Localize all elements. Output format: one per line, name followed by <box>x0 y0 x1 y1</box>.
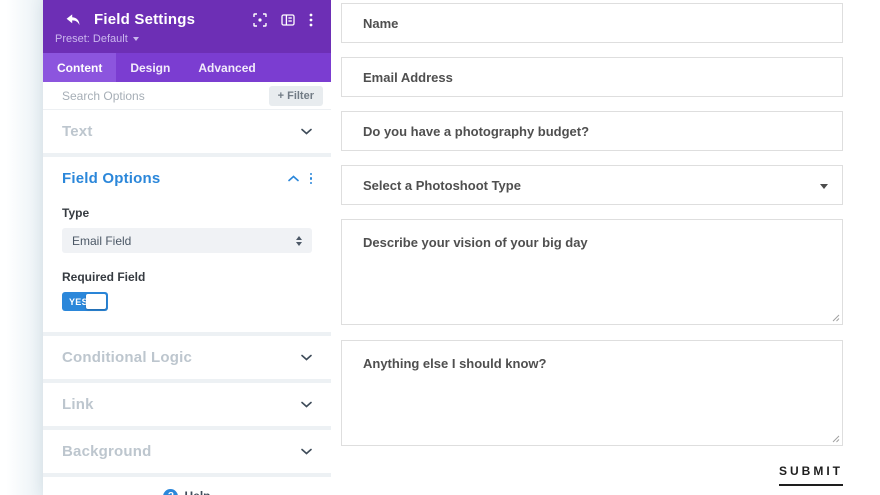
help-label: Help <box>184 489 210 495</box>
resize-grip-icon[interactable] <box>831 313 840 322</box>
group-field-options: Field Options Type Email Field Required … <box>43 157 331 332</box>
name-field-placeholder: Name <box>363 15 399 31</box>
preset-selector[interactable]: Preset: Default <box>55 33 319 45</box>
toggle-knob <box>86 294 106 309</box>
contact-form-preview: Name Email Address Do you have a photogr… <box>331 0 880 495</box>
option-groups: Text Field Options Type Email Field Requ… <box>43 110 331 495</box>
group-link-header[interactable]: Link <box>43 383 331 426</box>
budget-field[interactable]: Do you have a photography budget? <box>341 111 843 151</box>
help-icon: ? <box>163 488 179 495</box>
group-conditional-logic-header[interactable]: Conditional Logic <box>43 336 331 379</box>
field-type-value: Email Field <box>72 233 132 248</box>
chevron-down-icon <box>301 448 312 455</box>
resize-grip-icon[interactable] <box>831 434 840 443</box>
kebab-menu-icon[interactable] <box>309 13 313 27</box>
focus-icon[interactable] <box>253 12 267 27</box>
group-background-header[interactable]: Background <box>43 430 331 473</box>
page-background-gutter <box>0 0 43 495</box>
tab-advanced[interactable]: Advanced <box>184 53 269 82</box>
filter-button[interactable]: + Filter <box>268 85 323 106</box>
group-conditional-logic: Conditional Logic <box>43 336 331 379</box>
field-settings-panel: Field Settings Preset: Default Content D… <box>43 0 331 495</box>
chevron-down-icon <box>301 354 312 361</box>
name-field[interactable]: Name <box>341 3 843 43</box>
group-text-header[interactable]: Text <box>43 110 331 153</box>
group-text: Text <box>43 110 331 153</box>
submit-row: SUBMIT <box>341 462 843 486</box>
options-search-bar: + Filter <box>43 82 331 110</box>
back-icon[interactable] <box>66 13 81 26</box>
anything-else-placeholder: Anything else I should know? <box>363 356 547 371</box>
vision-textarea-placeholder: Describe your vision of your big day <box>363 235 588 250</box>
group-options-menu-icon[interactable] <box>309 172 312 185</box>
chevron-up-icon <box>287 175 299 182</box>
field-options-body: Type Email Field Required Field YES <box>43 206 331 332</box>
select-arrows-icon <box>296 235 302 246</box>
vision-textarea[interactable]: Describe your vision of your big day <box>341 219 843 325</box>
required-field-toggle[interactable]: YES <box>62 292 108 311</box>
select-caret-icon <box>820 184 828 189</box>
columns-icon[interactable] <box>281 13 295 26</box>
photoshoot-type-value: Select a Photoshoot Type <box>363 177 521 193</box>
preset-label: Preset: Default <box>55 33 128 45</box>
preset-caret-icon <box>132 37 139 41</box>
help-button[interactable]: ? Help <box>43 477 331 495</box>
type-label: Type <box>62 206 90 220</box>
tab-content[interactable]: Content <box>43 53 117 82</box>
chevron-down-icon <box>301 401 312 408</box>
required-field-label: Required Field <box>62 270 146 284</box>
toggle-on-label: YES <box>69 297 88 307</box>
submit-button[interactable]: SUBMIT <box>779 464 843 486</box>
email-field[interactable]: Email Address <box>341 57 843 97</box>
group-background: Background <box>43 430 331 473</box>
email-field-placeholder: Email Address <box>363 69 453 85</box>
panel-title: Field Settings <box>94 11 196 28</box>
anything-else-textarea[interactable]: Anything else I should know? <box>341 340 843 446</box>
chevron-down-icon <box>301 128 312 135</box>
field-type-select[interactable]: Email Field <box>62 228 312 253</box>
group-field-options-header[interactable]: Field Options <box>43 157 331 200</box>
budget-field-placeholder: Do you have a photography budget? <box>363 123 590 139</box>
panel-header: Field Settings Preset: Default <box>43 0 331 53</box>
photoshoot-type-select[interactable]: Select a Photoshoot Type <box>341 165 843 205</box>
settings-tab-bar: Content Design Advanced <box>43 53 331 82</box>
tab-design[interactable]: Design <box>116 53 184 82</box>
group-link: Link <box>43 383 331 426</box>
search-input[interactable] <box>62 88 269 103</box>
